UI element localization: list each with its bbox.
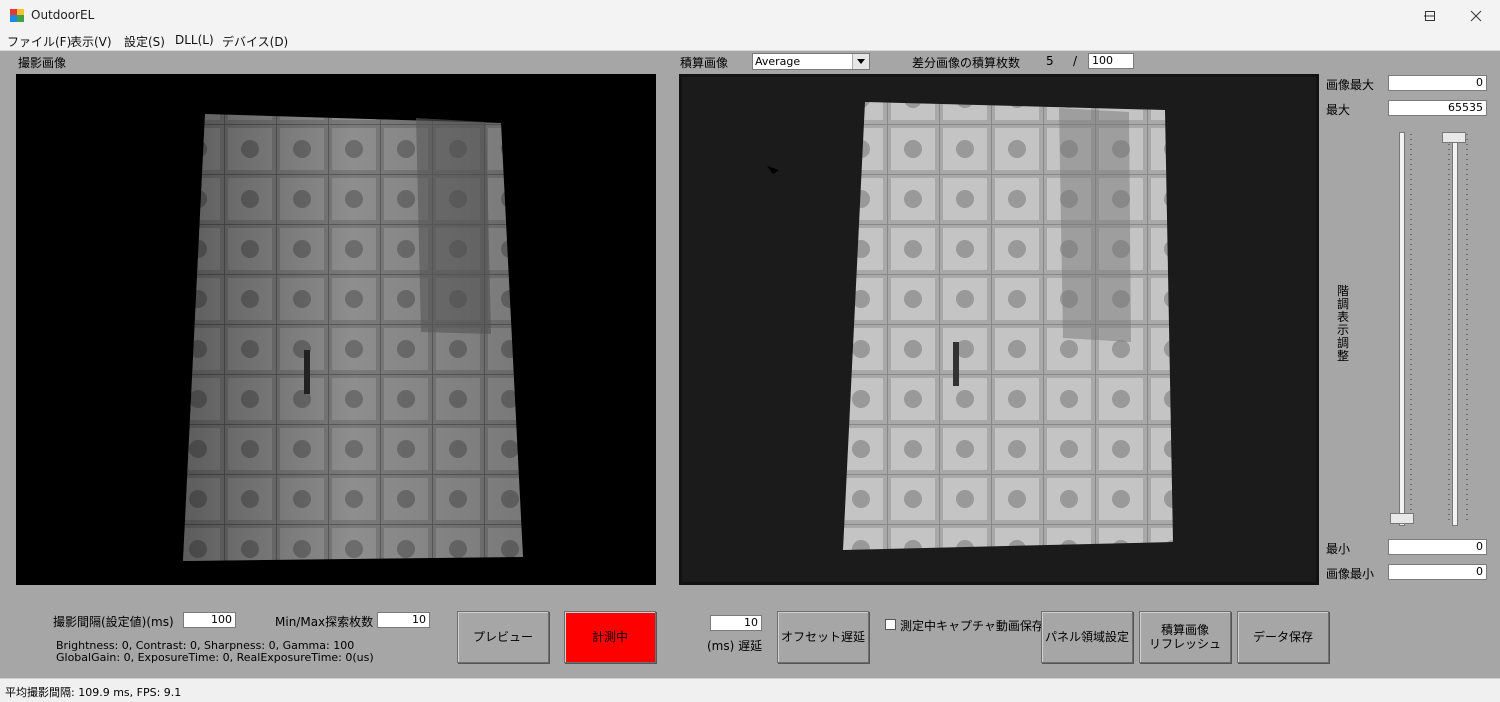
camera-info-line-2: GlobalGain: 0, ExposureTime: 0, RealExpo… [56, 651, 374, 664]
menu-settings[interactable]: 設定(S) [124, 33, 165, 50]
video-save-checkbox[interactable] [885, 619, 896, 630]
video-save-label: 測定中キャプチャ動画保存 [900, 619, 1044, 633]
min-slider-thumb[interactable] [1390, 513, 1414, 524]
preview-button[interactable]: プレビュー [457, 611, 549, 663]
interval-input[interactable]: 100 [183, 612, 236, 628]
image-max-value: 0 [1388, 75, 1487, 91]
capture-image [183, 114, 523, 561]
chevron-down-icon[interactable] [852, 54, 869, 69]
delay-input[interactable]: 10 [710, 615, 762, 631]
panel-area-button[interactable]: パネル領域設定 [1041, 611, 1133, 663]
app-icon [10, 9, 24, 22]
image-min-value: 0 [1388, 564, 1487, 580]
menu-view[interactable]: 表示(V) [70, 33, 112, 50]
minmax-input[interactable]: 10 [377, 612, 430, 628]
integration-mode-value: Average [755, 55, 801, 68]
status-text: 平均撮影間隔: 109.9 ms, FPS: 9.1 [5, 686, 182, 699]
gradation-adjust-label: 階調表示調整 [1337, 284, 1350, 363]
title-bar: OutdoorEL [0, 0, 1500, 31]
menu-device[interactable]: デバイス(D) [222, 33, 288, 50]
menu-dll[interactable]: DLL(L) [175, 33, 214, 47]
refresh-integration-button[interactable]: 積算画像 リフレッシュ [1139, 611, 1231, 663]
window-title: OutdoorEL [31, 8, 95, 22]
max-slider-thumb[interactable] [1442, 132, 1466, 143]
status-bar: 平均撮影間隔: 109.9 ms, FPS: 9.1 [0, 678, 1500, 702]
min-slider[interactable] [1390, 132, 1420, 526]
image-min-label: 画像最小 [1326, 567, 1375, 581]
offset-delay-button[interactable]: オフセット遅延 [777, 611, 869, 663]
capture-label: 撮影画像 [18, 56, 67, 70]
max-input[interactable]: 65535 [1388, 100, 1487, 116]
close-icon[interactable] [1453, 0, 1499, 31]
diff-count-label: 差分画像の積算枚数 [912, 56, 1021, 70]
maximize-icon[interactable] [1407, 0, 1453, 31]
min-input[interactable]: 0 [1388, 539, 1487, 555]
menu-file[interactable]: ファイル(F) [7, 33, 71, 50]
delay-label: (ms) 遅延 [707, 639, 763, 653]
diff-count-value: 5 [1046, 54, 1054, 68]
measuring-button[interactable]: 計測中 [564, 611, 656, 663]
integration-mode-select[interactable]: Average [752, 53, 870, 70]
max-label: 最大 [1326, 103, 1351, 117]
diff-count-separator: / [1073, 54, 1078, 68]
integration-label: 積算画像 [680, 56, 729, 70]
diff-total-input[interactable]: 100 [1088, 53, 1134, 69]
image-max-label: 画像最大 [1326, 78, 1375, 92]
capture-image-panel [16, 74, 656, 585]
max-slider-ticks-right [1466, 134, 1468, 524]
min-slider-track [1399, 132, 1405, 526]
integrated-image-panel [679, 74, 1319, 585]
data-save-button[interactable]: データ保存 [1237, 611, 1329, 663]
integrated-image [682, 77, 1316, 582]
max-slider-track [1452, 132, 1458, 526]
max-slider[interactable] [1442, 132, 1472, 526]
min-slider-ticks [1410, 134, 1412, 524]
min-label: 最小 [1326, 542, 1351, 556]
minmax-label: Min/Max探索枚数 [275, 615, 374, 629]
menu-bar: ファイル(F) 表示(V) 設定(S) DLL(L) デバイス(D) [0, 31, 1500, 51]
interval-label: 撮影間隔(設定値)(ms) [53, 615, 174, 629]
